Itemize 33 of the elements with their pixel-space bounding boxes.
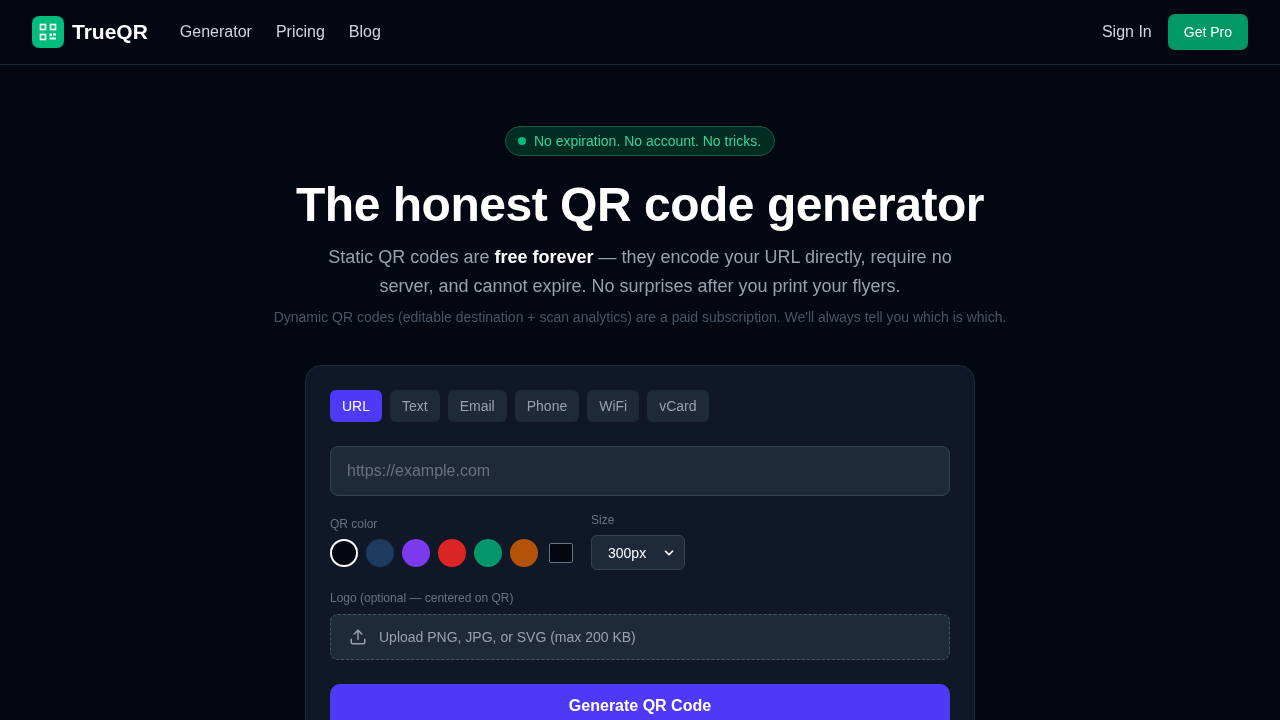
hero-subtitle: Static QR codes are free forever — they encode your URL directly, require no server, and cannot expire. No surprises after you print your flyers.: [327, 246, 953, 298]
dynamic-codes-note: Dynamic QR codes (editable destination + scan analytics) are a paid subscription. We'll always tell you which is which.: [273, 308, 1007, 327]
size-label: Size: [591, 513, 616, 528]
custom-color-field[interactable]: [549, 542, 573, 563]
nav-link[interactable]: Blog: [348, 23, 381, 41]
brand-name[interactable]: TrueQR: [72, 20, 148, 44]
generate-button[interactable]: Generate QR Code: [330, 684, 950, 720]
type-tab[interactable]: Email: [447, 390, 507, 422]
type-tab[interactable]: WiFi: [587, 390, 640, 422]
type-tab[interactable]: vCard: [647, 390, 709, 422]
nav-link[interactable]: Pricing: [275, 23, 325, 41]
color-swatch-icon[interactable]: [474, 538, 502, 567]
upload-icon: [349, 628, 367, 646]
badge-text: No expiration. No account. No tricks.: [533, 133, 762, 149]
qr-logo-icon: [32, 16, 64, 48]
upload-hint: Upload PNG, JPG, or SVG (max 200 KB): [379, 629, 636, 645]
color-swatch-icon[interactable]: [510, 538, 538, 567]
nav-link[interactable]: Generator: [179, 23, 252, 41]
page-title: The honest QR code generator: [296, 177, 984, 233]
sign-in-link[interactable]: Sign In: [1101, 23, 1152, 41]
size-select[interactable]: 300px: [591, 535, 685, 570]
color-swatch-icon[interactable]: [366, 538, 394, 567]
status-dot-icon: [517, 137, 526, 145]
color-swatch-icon[interactable]: [402, 538, 430, 567]
type-tab[interactable]: Phone: [514, 390, 580, 422]
type-tab[interactable]: Text: [390, 390, 440, 422]
logo-upload-label: Logo (optional — centered on QR): [330, 591, 515, 606]
color-swatch-icon[interactable]: [438, 538, 466, 567]
logo-upload-field[interactable]: Upload PNG, JPG, or SVG (max 200 KB): [330, 614, 950, 660]
type-tab[interactable]: URL: [330, 390, 382, 422]
url-input-field[interactable]: https://example.com: [330, 446, 950, 496]
get-pro-button[interactable]: Get Pro: [1167, 14, 1248, 50]
qr-color-label: QR color: [330, 516, 379, 532]
